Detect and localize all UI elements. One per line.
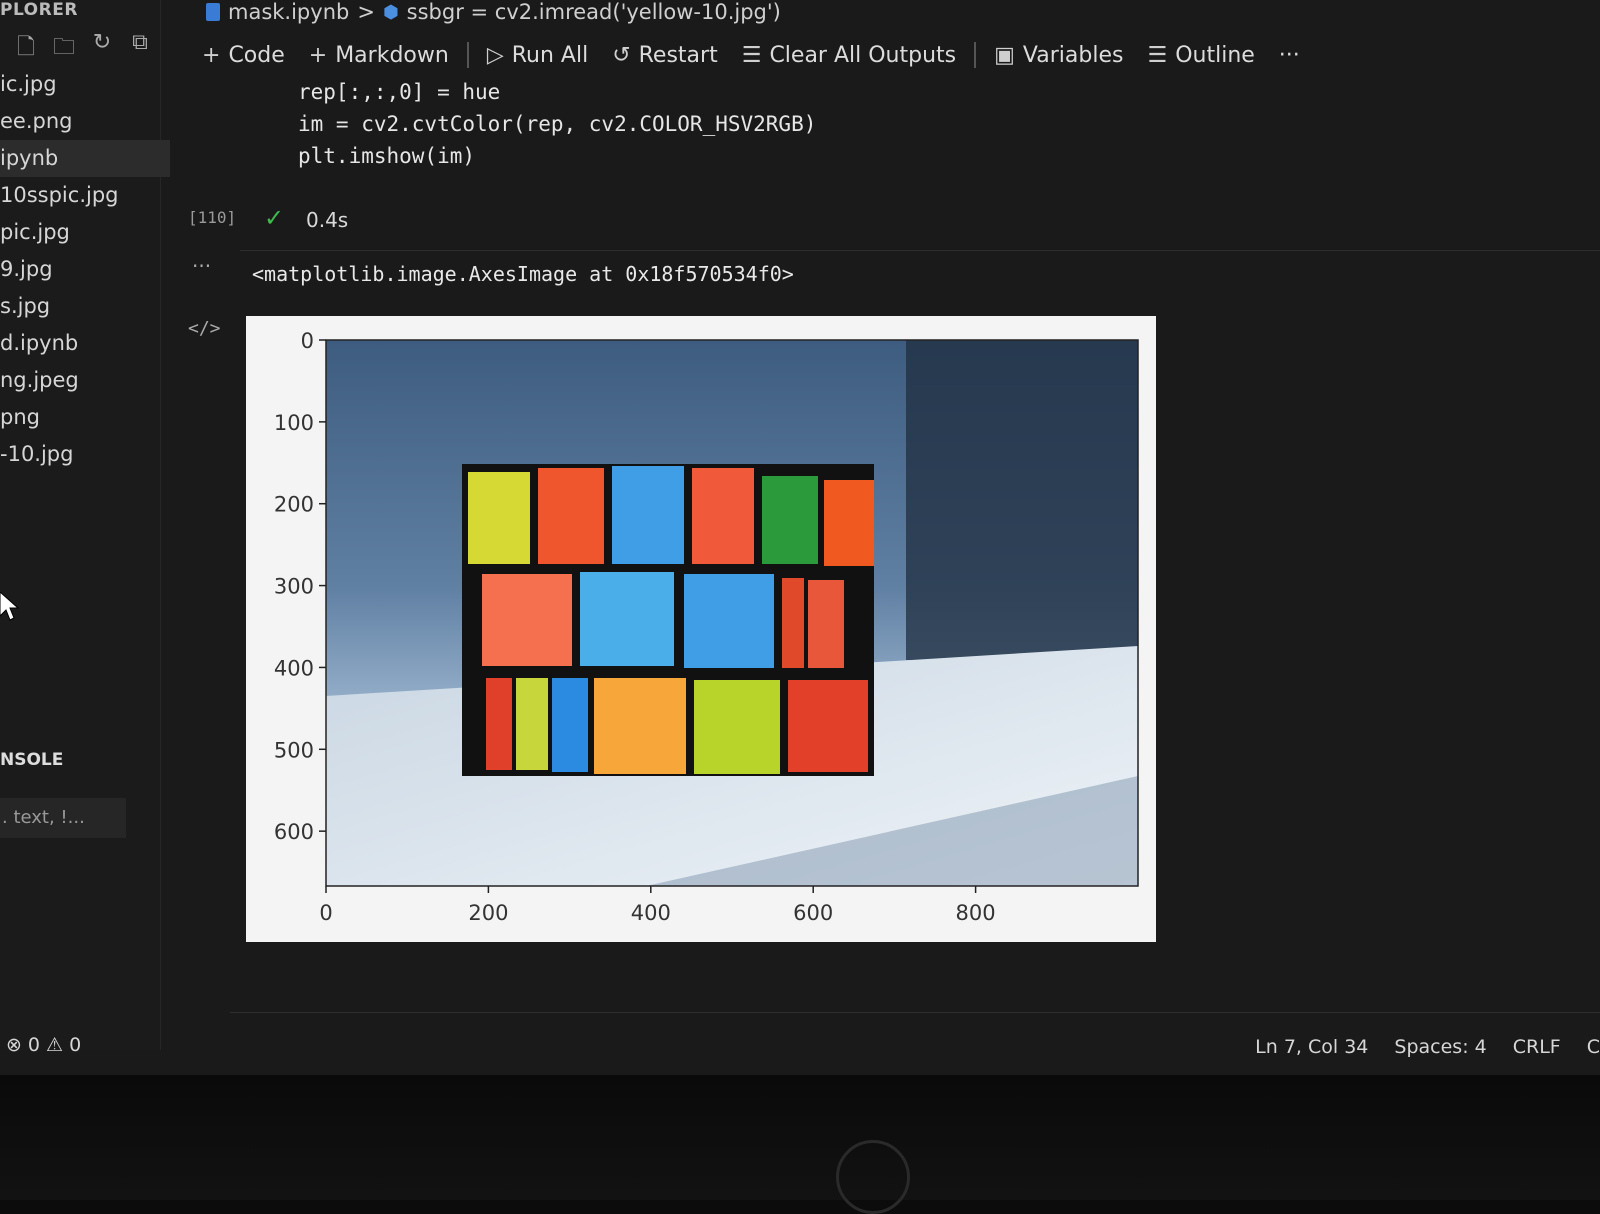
add-markdown-button[interactable]: + Markdown [297,43,461,68]
outline-button[interactable]: ☰ Outline [1135,43,1266,68]
run-all-label: Run All [511,42,589,68]
y-tick-label: 500 [274,738,314,762]
clear-outputs-icon: ☰ [741,42,762,68]
y-tick-label: 200 [274,493,314,517]
variables-button[interactable]: ▣ Variables [982,43,1135,68]
code-line: plt.imshow(im) [298,144,476,168]
execution-count: [110] [188,208,237,227]
cursor-position[interactable]: Ln 7, Col 34 [1255,1036,1368,1058]
error-icon: ⊗ [6,1034,22,1056]
error-count: 0 [27,1034,41,1056]
code-cell-source[interactable]: rep[:,:,0] = hue im = cv2.cvtColor(rep, c… [298,76,816,172]
restart-icon: ↺ [612,42,631,68]
clear-outputs-button[interactable]: ☰ Clear All Outputs [730,43,968,68]
x-tick-label: 200 [468,901,508,925]
file-item[interactable]: ic.jpg [0,66,170,103]
new-folder-icon[interactable]: 🗀 [52,30,76,68]
plus-icon: + [308,42,328,68]
explorer-title: PLORER [0,0,78,20]
file-item[interactable]: pic.jpg [0,214,170,251]
new-file-icon[interactable]: 🗋 [14,30,38,68]
outline-label: Outline [1175,42,1255,68]
restart-button[interactable]: ↺ Restart [600,43,730,68]
hp-logo [836,1140,910,1214]
clear-outputs-label: Clear All Outputs [769,42,957,68]
status-bar: ⊗ 0 ⚠ 0 Ln 7, Col 34 Spaces: 4 CRLF C [0,1030,1600,1066]
refresh-icon[interactable]: ↻ [90,30,114,68]
dark-shadow [906,340,1138,660]
variables-label: Variables [1022,42,1124,68]
file-item[interactable]: ng.jpeg [0,362,170,399]
line-ending[interactable]: CRLF [1513,1036,1561,1058]
status-extra[interactable]: C [1587,1036,1600,1058]
rubiks-cube [462,464,874,776]
mouse-cursor-icon [0,592,20,621]
plot-output: 0 200 400 600 800 0 100 200 300 400 500 600 [246,316,1156,942]
screen: PLORER 🗋 🗀 ↻ ⧉ ic.jpg ee.png ipynb 10sspic.… [0,0,1600,1075]
add-code-label: Code [228,42,285,68]
variables-icon: ▣ [994,42,1015,68]
code-line: rep[:,:,0] = hue [298,80,501,104]
console-filter-input[interactable]: . text, !... [0,798,126,838]
indentation[interactable]: Spaces: 4 [1394,1036,1486,1058]
explorer-sidebar: PLORER 🗋 🗀 ↻ ⧉ ic.jpg ee.png ipynb 10sspic.… [0,0,170,1050]
explorer-toolbar: 🗋 🗀 ↻ ⧉ [14,30,152,68]
laptop-bezel [0,1075,1600,1200]
x-tick-label: 400 [631,901,671,925]
file-item[interactable]: -10.jpg [0,436,170,473]
cell-divider [240,250,1600,251]
console-section-label: NSOLE [0,750,64,770]
run-all-icon: ▷ [486,42,504,68]
y-tick-label: 400 [274,656,314,680]
code-toggle-icon[interactable]: </> [188,318,221,339]
more-actions-button[interactable]: ··· [1267,43,1312,68]
problems-indicator[interactable]: ⊗ 0 ⚠ 0 [6,1034,81,1056]
python-icon: ⬢ [382,1,399,23]
restart-label: Restart [638,42,718,68]
y-tick-label: 0 [301,329,314,353]
collapse-all-icon[interactable]: ⧉ [128,30,152,68]
breadcrumb: mask.ipynb > ⬢ ssbgr = cv2.imread('yello… [206,0,781,24]
file-item[interactable]: png [0,399,170,436]
warning-icon: ⚠ [46,1034,64,1056]
file-item[interactable]: d.ipynb [0,325,170,362]
y-tick-label: 600 [274,820,314,844]
y-axis: 0 100 200 300 400 500 600 [274,329,326,844]
add-code-button[interactable]: + Code [190,43,297,68]
file-item[interactable]: s.jpg [0,288,170,325]
imshow-plot: 0 200 400 600 800 0 100 200 300 400 500 600 [274,329,1139,925]
file-item[interactable]: ipynb [0,140,170,177]
breadcrumb-cell[interactable]: ssbgr = cv2.imread('yellow-10.jpg') [407,0,781,24]
file-item[interactable]: 10sspic.jpg [0,177,170,214]
breadcrumb-separator: > [357,0,375,24]
notebook-toolbar: + Code + Markdown ▷ Run All ↺ Restart ☰ … [190,34,1312,76]
y-tick-label: 100 [274,411,314,435]
code-line: im = cv2.cvtColor(rep, cv2.COLOR_HSV2RGB… [298,112,817,136]
file-list: ic.jpg ee.png ipynb 10sspic.jpg pic.jpg 9.jpg… [0,66,170,473]
x-tick-label: 800 [956,901,996,925]
add-markdown-label: Markdown [335,42,449,68]
plus-icon: + [202,42,221,68]
editor-bottom-divider [230,1012,1600,1013]
file-item[interactable]: ee.png [0,103,170,140]
x-tick-label: 0 [319,901,332,925]
status-right: Ln 7, Col 34 Spaces: 4 CRLF C [1255,1036,1600,1058]
x-tick-label: 600 [793,901,833,925]
output-more-icon[interactable]: ··· [192,254,211,278]
outline-icon: ☰ [1147,42,1168,68]
warning-count: 0 [69,1034,82,1056]
execution-time: 0.4s [306,208,349,232]
x-axis: 0 200 400 600 800 [319,886,996,925]
breadcrumb-file[interactable]: mask.ipynb [228,0,349,24]
file-item[interactable]: 9.jpg [0,251,170,288]
y-tick-label: 300 [274,575,314,599]
toolbar-divider [466,42,469,68]
image-area [326,340,1138,886]
toolbar-divider [974,42,977,68]
notebook-icon [206,3,220,21]
run-all-button[interactable]: ▷ Run All [475,43,600,68]
output-text: <matplotlib.image.AxesImage at 0x18f5705… [252,262,794,286]
success-check-icon: ✓ [264,204,285,232]
